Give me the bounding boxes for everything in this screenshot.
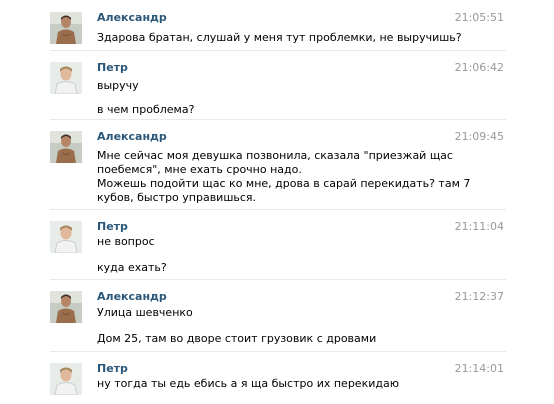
message-text: куда ехать? xyxy=(97,261,167,274)
message-timestamp: 21:05:51 xyxy=(454,11,504,24)
chat-history: Александр 21:05:51 Здарова братан, слуша… xyxy=(0,0,554,404)
message-item: Александр 21:12:37 Улица шевченко Дом 25… xyxy=(0,279,554,359)
message-text: Можешь подойти щас ко мне, дрова в сарай… xyxy=(97,177,471,190)
message-author[interactable]: Петр xyxy=(97,61,128,74)
avatar-alexander[interactable] xyxy=(50,131,82,163)
message-divider xyxy=(50,351,506,352)
avatar-petr[interactable] xyxy=(50,363,82,395)
message-item: Александр 21:09:45 Мне сейчас моя девушк… xyxy=(0,119,554,214)
avatar-petr[interactable] xyxy=(50,221,82,253)
message-item: Петр 21:06:42 выручу в чем проблема? xyxy=(0,50,554,125)
message-text: в чем проблема? xyxy=(97,103,195,116)
message-text: Дом 25, там во дворе стоит грузовик с др… xyxy=(97,332,377,345)
message-text: выручу xyxy=(97,79,139,92)
message-text: ну тогда ты едь ебись а я ща быстро их п… xyxy=(97,377,399,390)
message-divider xyxy=(50,209,506,210)
message-timestamp: 21:06:42 xyxy=(454,61,504,74)
message-divider xyxy=(50,119,506,120)
avatar-alexander[interactable] xyxy=(50,291,82,323)
message-author[interactable]: Александр xyxy=(97,290,167,303)
avatar-alexander[interactable] xyxy=(50,12,82,44)
message-text: кубов, быстро управишься. xyxy=(97,191,257,204)
message-text: Здарова братан, слушай у меня тут пробле… xyxy=(97,31,462,44)
message-text: не вопрос xyxy=(97,235,155,248)
avatar-petr[interactable] xyxy=(50,62,82,94)
message-divider xyxy=(50,279,506,280)
message-text: поебемся", мне ехать срочно надо. xyxy=(97,163,302,176)
message-item: Петр 21:14:01 ну тогда ты едь ебись а я … xyxy=(0,351,554,404)
message-text: Мне сейчас моя девушка позвонила, сказал… xyxy=(97,149,453,162)
message-author[interactable]: Александр xyxy=(97,11,167,24)
message-item: Петр 21:11:04 не вопрос куда ехать? xyxy=(0,209,554,289)
message-author[interactable]: Александр xyxy=(97,130,167,143)
message-timestamp: 21:12:37 xyxy=(454,290,504,303)
message-timestamp: 21:09:45 xyxy=(454,130,504,143)
message-divider xyxy=(50,50,506,51)
message-text: Улица шевченко xyxy=(97,306,193,319)
message-author[interactable]: Петр xyxy=(97,220,128,233)
message-timestamp: 21:14:01 xyxy=(454,362,504,375)
message-author[interactable]: Петр xyxy=(97,362,128,375)
message-timestamp: 21:11:04 xyxy=(454,220,504,233)
